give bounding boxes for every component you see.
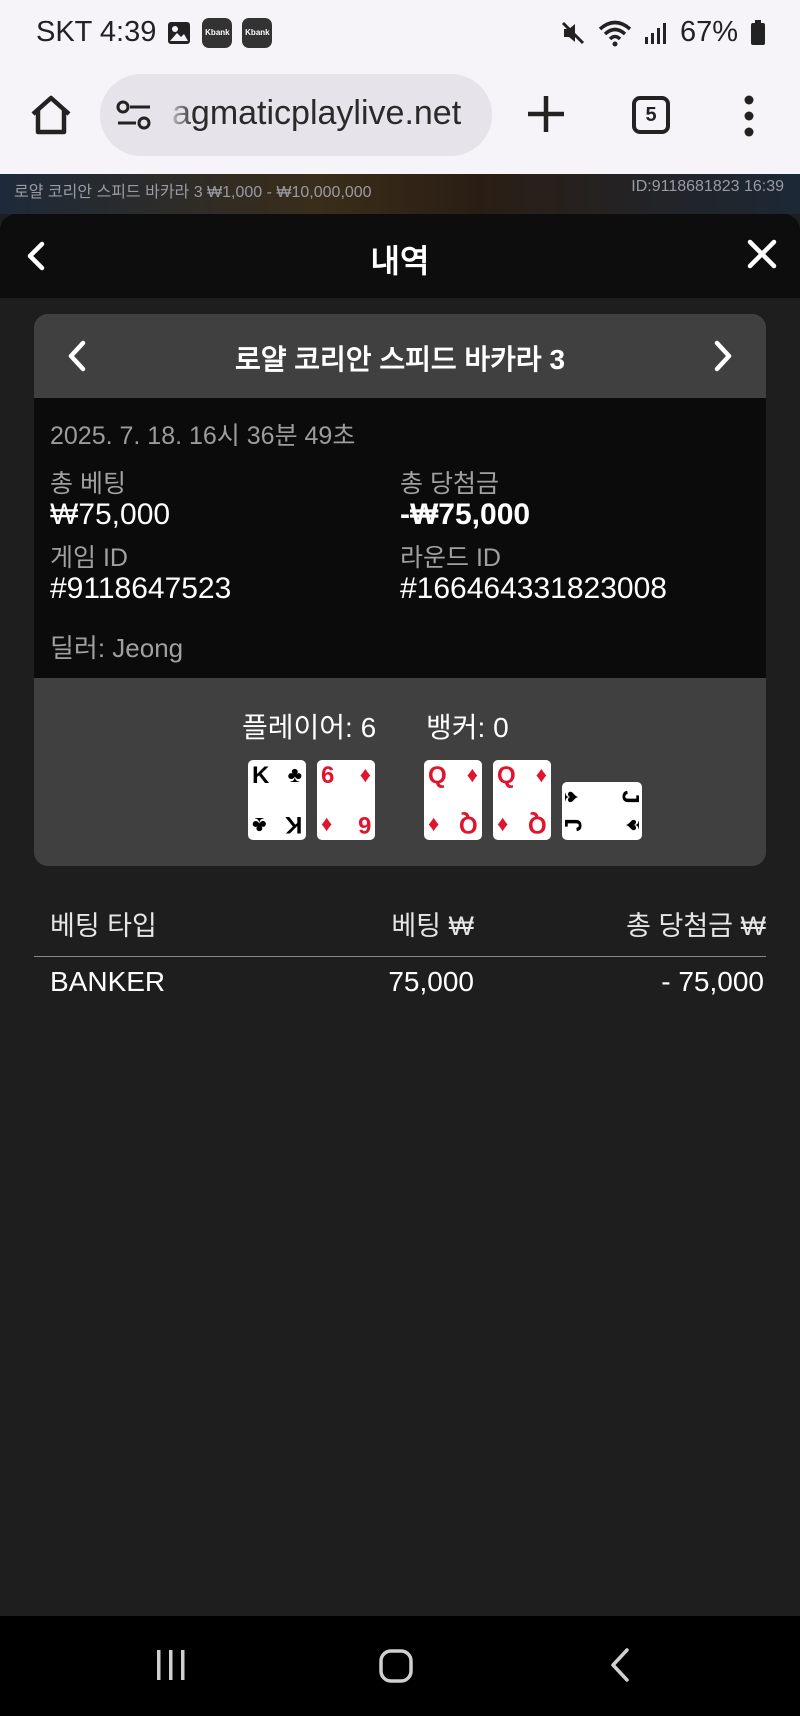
modal-title: 내역 (370, 243, 430, 279)
diamond-icon: ♦ (466, 762, 478, 787)
battery-icon (751, 19, 765, 45)
card-rank: Q (497, 762, 516, 789)
round-datetime: 2025. 7. 18. 16시 36분 49초 (50, 422, 356, 450)
game-id-value: #9118647523 (50, 572, 232, 605)
round-id-value: #166464331823008 (400, 572, 667, 605)
round-detail-card: 로얄 코리안 스피드 바카라 3 2025. 7. 18. 16시 36분 49… (34, 314, 766, 866)
url-fade (166, 74, 194, 156)
mute-icon (561, 21, 585, 44)
history-modal: 내역 로얄 코리안 스피드 바카라 3 2025. 7. 18. 16시 36분… (0, 214, 800, 1616)
col-header-bet-type: 베팅 타입 (50, 911, 157, 941)
carrier-time: SKT 4:39 (36, 16, 157, 48)
address-bar[interactable]: agmaticplaylive.net (100, 74, 492, 156)
diamond-icon: ♦ (497, 813, 509, 838)
card-rank: J (560, 818, 588, 832)
diamond-icon: ♦ (535, 762, 547, 787)
player-score: 플레이어: 6 (242, 712, 377, 743)
total-bet-value: ₩75,000 (50, 498, 171, 531)
total-win-label: 총 당첨금 (400, 470, 499, 498)
battery-percent: 67% (679, 16, 738, 48)
club-icon: ♣ (252, 813, 267, 838)
new-tab-icon[interactable] (524, 92, 568, 136)
url-text[interactable]: agmaticplaylive.net (172, 94, 461, 133)
card-rank: 6 (321, 762, 335, 789)
card-rank: 6 (357, 811, 371, 838)
close-icon[interactable] (746, 238, 778, 270)
system-nav-bar (0, 1616, 800, 1716)
diamond-icon: ♦ (359, 762, 371, 787)
site-settings-icon[interactable] (116, 100, 152, 130)
home-nav-icon[interactable] (378, 1648, 414, 1684)
recent-apps-icon[interactable] (154, 1648, 188, 1682)
row-bet-amount: 75,000 (388, 966, 474, 997)
table-divider (34, 956, 766, 957)
total-bet-label: 총 베팅 (50, 470, 126, 498)
spade-icon: ♠ (559, 791, 585, 803)
back-nav-icon[interactable] (606, 1646, 634, 1684)
banker-card-2: Q ♦ ♦ Q (493, 760, 551, 840)
col-header-total-win: 총 당첨금 ₩ (626, 911, 766, 941)
banker-score: 뱅커: 0 (426, 712, 509, 743)
card-rank: J (616, 790, 644, 804)
dealer-name: 딜러: Jeong (50, 633, 184, 663)
home-icon[interactable] (28, 92, 74, 138)
hands-panel: 플레이어: 6 뱅커: 0 K ♣ ♣ K 6 ♦ ♦ 6 Q ♦ ♦ Q Q … (34, 678, 766, 866)
card-rank: K (252, 762, 270, 789)
modal-header: 내역 (0, 214, 800, 298)
card-rank: Q (528, 811, 547, 838)
wifi-icon (598, 20, 632, 46)
status-right: 67% (560, 16, 766, 49)
col-header-bet-amount: 베팅 ₩ (391, 911, 474, 941)
player-card-2: 6 ♦ ♦ 6 (317, 760, 375, 840)
game-background-strip: 로얄 코리안 스피드 바카라 3 ₩1,000 - ₩10,000,000 ID… (0, 174, 800, 214)
total-win-value: -₩75,000 (400, 498, 531, 531)
club-icon: ♣ (287, 762, 302, 787)
card-rank: Q (459, 811, 478, 838)
card-rank: Q (428, 762, 447, 789)
image-icon (168, 21, 191, 44)
spade-icon: ♠ (619, 819, 645, 831)
row-bet-type: BANKER (50, 966, 166, 997)
diamond-icon: ♦ (428, 813, 440, 838)
status-left: SKT 4:39 Kbank Kbank (36, 16, 273, 49)
kbank-icon: Kbank (202, 17, 233, 48)
banker-card-1: Q ♦ ♦ Q (424, 760, 482, 840)
round-details: 2025. 7. 18. 16시 36분 49초 총 베팅 ₩75,000 총 … (34, 398, 766, 678)
game-name: 로얄 코리안 스피드 바카라 3 (234, 344, 566, 375)
banker-card-3-sideways: ♠ J J ♠ (559, 782, 645, 840)
tab-count-button[interactable]: 5 (632, 96, 670, 134)
signal-icon (644, 22, 666, 44)
browser-toolbar: agmaticplaylive.net 5 (0, 70, 800, 174)
diamond-icon: ♦ (321, 813, 333, 838)
more-menu-icon[interactable] (742, 94, 756, 138)
status-bar: SKT 4:39 Kbank Kbank 67% (0, 0, 800, 70)
game-id-label: 게임 ID (50, 544, 128, 572)
round-id-label: 라운드 ID (400, 544, 501, 572)
kbank-icon: Kbank (242, 17, 273, 48)
game-table-info: 로얄 코리안 스피드 바카라 3 ₩1,000 - ₩10,000,000 (14, 184, 372, 201)
row-total-win: - 75,000 (661, 966, 764, 997)
next-round-icon[interactable] (712, 338, 736, 374)
card-rank: K (284, 811, 302, 838)
round-nav: 로얄 코리안 스피드 바카라 3 (34, 314, 766, 398)
game-round-info: ID:9118681823 16:39 (631, 178, 784, 195)
player-card-1: K ♣ ♣ K (248, 760, 306, 840)
